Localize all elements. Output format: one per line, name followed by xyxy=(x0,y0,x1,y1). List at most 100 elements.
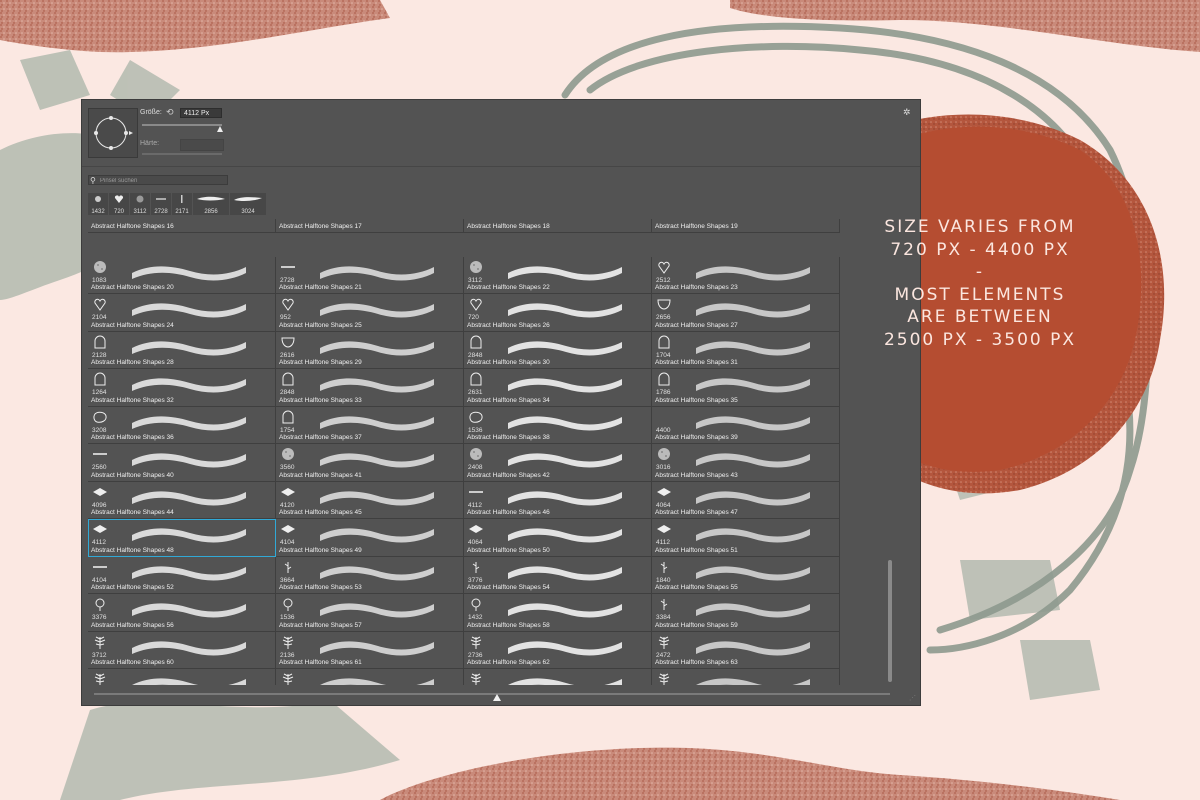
recent-brush[interactable]: 2856 xyxy=(193,193,229,215)
brush-cell[interactable]: 2616 Abstract Halftone Shapes 29 xyxy=(276,331,464,369)
brush-cell[interactable]: 2128 Abstract Halftone Shapes 28 xyxy=(88,331,276,369)
brush-stroke-preview xyxy=(696,415,810,430)
brush-stroke-preview xyxy=(132,265,246,280)
reset-icon[interactable]: ⟲ xyxy=(166,108,175,117)
vertical-scrollbar[interactable] xyxy=(888,560,892,682)
recent-brush[interactable]: 3112 xyxy=(130,193,150,215)
brush-name: Abstract Halftone Shapes 58 xyxy=(467,621,550,629)
brush-cell[interactable]: 4096 Abstract Halftone Shapes 44 xyxy=(88,481,276,519)
brush-cell[interactable]: 1432 Abstract Halftone Shapes 58 xyxy=(464,594,652,632)
brush-cell[interactable]: 2136 Abstract Halftone Shapes 61 xyxy=(276,631,464,669)
brush-tip-icon xyxy=(656,410,672,424)
thumbnail-size-thumb[interactable] xyxy=(493,694,501,701)
brush-cell[interactable]: 2848 Abstract Halftone Shapes 30 xyxy=(464,331,652,369)
recent-brush[interactable]: 2728 xyxy=(151,193,171,215)
resize-grip-icon[interactable]: ⋰ xyxy=(909,694,917,702)
brush-cell[interactable]: 3712 Abstract Halftone Shapes 60 xyxy=(88,631,276,669)
brush-cell[interactable]: 4112 Abstract Halftone Shapes 51 xyxy=(652,519,840,557)
search-input[interactable] xyxy=(100,176,224,185)
brush-cell[interactable]: 2736 Abstract Halftone Shapes 62 xyxy=(464,631,652,669)
brush-name: Abstract Halftone Shapes 26 xyxy=(467,321,550,329)
brush-tip-icon xyxy=(472,561,480,573)
brush-cell[interactable]: 3376 Abstract Halftone Shapes 56 xyxy=(88,594,276,632)
brush-cell[interactable]: 1704 Abstract Halftone Shapes 31 xyxy=(652,331,840,369)
brush-name: Abstract Halftone Shapes 39 xyxy=(655,434,738,441)
brush-size: 2472 xyxy=(656,651,671,659)
thumbnail-size-slider[interactable] xyxy=(94,693,890,695)
size-slider[interactable] xyxy=(142,124,222,126)
recent-brush[interactable]: 2171 xyxy=(172,193,192,215)
brush-cell[interactable]: 1840 Abstract Halftone Shapes 55 xyxy=(652,556,840,594)
brush-tip-icon xyxy=(281,337,295,348)
brush-cell-partial[interactable]: Abstract Halftone Shapes 17 xyxy=(276,219,464,233)
brush-cell[interactable]: 4120 Abstract Halftone Shapes 45 xyxy=(276,481,464,519)
brush-cell[interactable]: 2848 Abstract Halftone Shapes 33 xyxy=(276,369,464,407)
brush-cell[interactable]: 2728 Abstract Halftone Shapes 21 xyxy=(276,256,464,294)
gear-icon[interactable]: ✲ xyxy=(903,107,911,118)
brush-cell[interactable]: 4400 Abstract Halftone Shapes 39 xyxy=(652,406,840,444)
brush-cell[interactable]: 2631 Abstract Halftone Shapes 34 xyxy=(464,369,652,407)
brush-cell[interactable]: 1754 Abstract Halftone Shapes 37 xyxy=(276,406,464,444)
brush-stroke-preview xyxy=(320,528,434,543)
brush-cell[interactable]: 3208Abstract Halftone Shapes 65 xyxy=(276,669,464,685)
brush-cell[interactable]: 2648Abstract Halftone Shapes 67 xyxy=(652,669,840,685)
brush-cell[interactable]: 1536 Abstract Halftone Shapes 38 xyxy=(464,406,652,444)
brush-cell[interactable]: 4104 Abstract Halftone Shapes 49 xyxy=(276,519,464,557)
recent-brush[interactable]: 1432 xyxy=(88,193,108,215)
brush-tip-icon xyxy=(95,598,105,611)
recent-brush[interactable]: 720 xyxy=(109,193,129,215)
brush-tip-icon xyxy=(470,372,482,386)
recent-brush[interactable]: 3024 xyxy=(230,193,266,215)
brush-cell[interactable]: 952 Abstract Halftone Shapes 25 xyxy=(276,294,464,332)
brush-cell[interactable]: 3384 Abstract Halftone Shapes 59 xyxy=(652,594,840,632)
size-field[interactable]: 4112 Px xyxy=(180,108,222,118)
brush-tip-icon xyxy=(94,673,106,685)
brush-cell[interactable]: 1083 Abstract Halftone Shapes 20 xyxy=(88,256,276,294)
brush-cell-partial[interactable]: Abstract Halftone Shapes 16 xyxy=(88,219,276,233)
brush-cell[interactable]: 3664 Abstract Halftone Shapes 53 xyxy=(276,556,464,594)
brush-tip-icon xyxy=(282,673,294,685)
brush-cell[interactable]: 1536 Abstract Halftone Shapes 57 xyxy=(276,594,464,632)
brush-cell[interactable]: 2656 Abstract Halftone Shapes 27 xyxy=(652,294,840,332)
brush-cell[interactable]: 3776 Abstract Halftone Shapes 54 xyxy=(464,556,652,594)
brush-name: Abstract Halftone Shapes 31 xyxy=(655,359,738,366)
brush-tip-icon xyxy=(470,673,482,685)
brush-cell[interactable]: 3056Abstract Halftone Shapes 64 xyxy=(88,669,276,685)
brush-size: 1754 xyxy=(280,426,295,434)
brush-cell[interactable]: 4064 Abstract Halftone Shapes 47 xyxy=(652,481,840,519)
brush-tip-icon xyxy=(658,372,670,386)
brush-cell[interactable]: 2560 Abstract Halftone Shapes 40 xyxy=(88,444,276,482)
brush-tip-preview[interactable] xyxy=(88,108,138,158)
brush-name: Abstract Halftone Shapes 45 xyxy=(279,509,362,516)
brush-cell[interactable]: 3016 Abstract Halftone Shapes 43 xyxy=(652,444,840,482)
size-slider-thumb[interactable] xyxy=(217,126,223,132)
brush-cell[interactable]: 3280Abstract Halftone Shapes 66 xyxy=(464,669,652,685)
hardness-slider[interactable] xyxy=(142,153,222,155)
hardness-field[interactable] xyxy=(180,139,224,151)
brush-cell[interactable]: 2512 Abstract Halftone Shapes 23 xyxy=(652,256,840,294)
brush-cell[interactable]: 1264 Abstract Halftone Shapes 32 xyxy=(88,369,276,407)
size-label: Größe: xyxy=(140,109,162,116)
brush-cell-partial[interactable]: Abstract Halftone Shapes 19 xyxy=(652,219,840,233)
glitter-stripe-top-left xyxy=(0,0,390,53)
brush-cell[interactable]: 2472 Abstract Halftone Shapes 63 xyxy=(652,631,840,669)
brush-cell[interactable]: 3560 Abstract Halftone Shapes 41 xyxy=(276,444,464,482)
brush-cell[interactable]: 720 Abstract Halftone Shapes 26 xyxy=(464,294,652,332)
brush-tip-icon xyxy=(282,636,294,649)
brush-stroke-preview xyxy=(132,303,246,318)
brush-stroke-preview xyxy=(508,565,622,580)
brush-name: Abstract Halftone Shapes 35 xyxy=(655,396,738,404)
brush-tip-icon xyxy=(281,487,295,496)
brush-name: Abstract Halftone Shapes 44 xyxy=(91,509,174,516)
brush-cell[interactable]: 2408 Abstract Halftone Shapes 42 xyxy=(464,444,652,482)
brush-cell[interactable]: 1786 Abstract Halftone Shapes 35 xyxy=(652,369,840,407)
brush-tip-icon xyxy=(470,298,482,311)
brush-cell[interactable]: 3208 Abstract Halftone Shapes 36 xyxy=(88,406,276,444)
brush-cell[interactable]: 4112 Abstract Halftone Shapes 46 xyxy=(464,481,652,519)
brush-cell-partial[interactable]: Abstract Halftone Shapes 18 xyxy=(464,219,652,233)
brush-cell[interactable]: 2104 Abstract Halftone Shapes 24 xyxy=(88,294,276,332)
brush-cell[interactable]: 3112 Abstract Halftone Shapes 22 xyxy=(464,256,652,294)
brush-cell[interactable]: 4104 Abstract Halftone Shapes 52 xyxy=(88,556,276,594)
brush-cell[interactable]: 4064 Abstract Halftone Shapes 50 xyxy=(464,519,652,557)
brush-cell[interactable]: 4112 Abstract Halftone Shapes 48 xyxy=(88,519,276,557)
